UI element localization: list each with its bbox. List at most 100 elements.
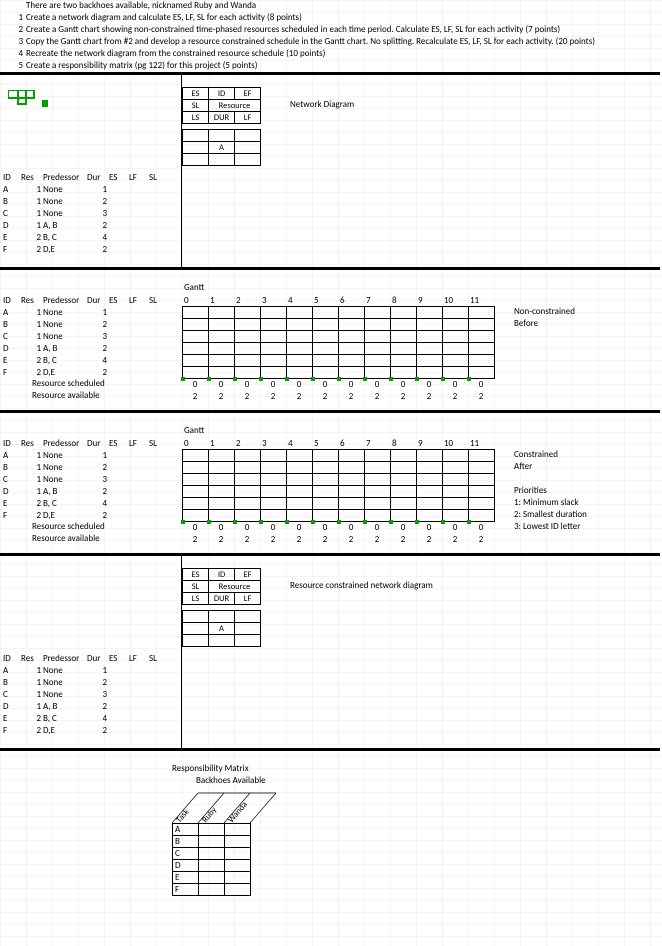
gantt-cell bbox=[183, 510, 209, 522]
gantt-cell bbox=[339, 343, 365, 355]
activity-cell: D bbox=[2, 342, 20, 354]
activity-cell: 3 bbox=[86, 207, 108, 219]
gantt-cell bbox=[391, 450, 417, 462]
activity-cell: D,E bbox=[42, 243, 86, 255]
intro-item-4: 4 Recreate the network diagram from the … bbox=[0, 48, 662, 60]
gantt-cell bbox=[313, 486, 339, 498]
activity-cell: C bbox=[2, 473, 20, 485]
resource-value: 0 bbox=[208, 378, 234, 390]
activity-cell: 2 bbox=[86, 724, 108, 736]
gantt-cell bbox=[391, 367, 417, 379]
resp-cell: C bbox=[173, 848, 199, 860]
gantt-cell bbox=[313, 343, 339, 355]
intro-item-2: 2 Create a Gantt chart showing non-const… bbox=[0, 24, 662, 36]
resource-value: 0 bbox=[468, 521, 494, 533]
gantt-cell bbox=[339, 474, 365, 486]
activity-cell: C bbox=[2, 330, 20, 342]
resp-cell bbox=[225, 824, 251, 836]
gantt-cell bbox=[365, 331, 391, 343]
gantt-cell bbox=[339, 307, 365, 319]
gantt-cell bbox=[365, 510, 391, 522]
gantt-cell bbox=[469, 498, 495, 510]
activity-cell: 2 bbox=[20, 712, 42, 724]
gantt-cols-2: 01234567891011 bbox=[182, 294, 494, 306]
gantt-cols-3: 01234567891011 bbox=[182, 437, 494, 449]
resource-value: 2 bbox=[286, 533, 312, 545]
green-dot-icon bbox=[259, 520, 263, 524]
gantt-col-head: 10 bbox=[442, 294, 468, 306]
activity-cell: 1 bbox=[20, 219, 42, 231]
gantt-cell bbox=[417, 450, 443, 462]
gantt-cell bbox=[365, 355, 391, 367]
gantt-cell bbox=[261, 486, 287, 498]
green-dot-icon bbox=[259, 377, 263, 381]
gantt-cell bbox=[313, 307, 339, 319]
activity-cell: 1 bbox=[86, 449, 108, 461]
gantt-cell bbox=[469, 450, 495, 462]
intro-item-1: 1 Create a network diagram and calculate… bbox=[0, 12, 662, 24]
resource-value: 0 bbox=[286, 521, 312, 533]
section-5: Responsibility Matrix Backhoes Available… bbox=[0, 751, 662, 901]
activity-cell: None bbox=[42, 195, 86, 207]
gantt-cell bbox=[469, 319, 495, 331]
resp-cell: E bbox=[173, 872, 199, 884]
resp-matrix-title: Responsibility Matrix bbox=[172, 763, 249, 774]
resp-cell: F bbox=[173, 884, 199, 896]
gantt-cell bbox=[469, 367, 495, 379]
resource-value: 2 bbox=[208, 390, 234, 402]
gantt-cell bbox=[339, 367, 365, 379]
resource-value: 0 bbox=[234, 521, 260, 533]
green-dot-icon bbox=[311, 377, 315, 381]
gantt-cell bbox=[287, 450, 313, 462]
gantt-cell bbox=[261, 343, 287, 355]
resource-value: 2 bbox=[260, 533, 286, 545]
gantt-cell bbox=[391, 462, 417, 474]
resource-value: 2 bbox=[442, 390, 468, 402]
green-dot-icon bbox=[311, 520, 315, 524]
gantt-cell bbox=[209, 486, 235, 498]
header-legend-box-4: ES ID EF SL Resource LS DUR LF bbox=[182, 568, 261, 605]
resource-value: 0 bbox=[468, 378, 494, 390]
activity-cell: D,E bbox=[42, 724, 86, 736]
gantt-cell bbox=[443, 307, 469, 319]
gantt-cell bbox=[469, 307, 495, 319]
section-1: ES ID EF SL Resource LS DUR LF Network D… bbox=[0, 75, 662, 267]
gantt-col-head: 5 bbox=[312, 437, 338, 449]
activity-cell: 1 bbox=[20, 688, 42, 700]
gantt-col-head: 1 bbox=[208, 437, 234, 449]
gantt-grid-3 bbox=[182, 449, 495, 522]
resource-value: 0 bbox=[416, 378, 442, 390]
activity-cell: A bbox=[2, 183, 20, 195]
resource-value: 0 bbox=[416, 521, 442, 533]
activity-cell: 4 bbox=[86, 497, 108, 509]
activity-cell: 1 bbox=[20, 676, 42, 688]
activity-a-box-4: A bbox=[182, 610, 261, 647]
vertical-line-1 bbox=[181, 75, 182, 267]
gantt-cell bbox=[417, 331, 443, 343]
gantt-cell bbox=[235, 450, 261, 462]
green-dot-icon bbox=[441, 377, 445, 381]
gantt-cell bbox=[313, 498, 339, 510]
activity-cell: D bbox=[2, 485, 20, 497]
gantt-cell bbox=[365, 343, 391, 355]
activity-cell: 2 bbox=[86, 676, 108, 688]
green-dot-icon bbox=[285, 520, 289, 524]
resource-value: 2 bbox=[312, 533, 338, 545]
resource-value: 2 bbox=[182, 390, 208, 402]
gantt-cell bbox=[443, 367, 469, 379]
green-dot-icon bbox=[441, 520, 445, 524]
gantt-cell bbox=[209, 474, 235, 486]
gantt-cell bbox=[209, 510, 235, 522]
gantt-cell bbox=[365, 367, 391, 379]
resource-value: 2 bbox=[442, 533, 468, 545]
gantt-label-2: Gantt bbox=[184, 282, 204, 293]
label-nonconstrained: Non-constrained bbox=[514, 306, 575, 317]
resp-cell bbox=[199, 848, 225, 860]
gantt-cell bbox=[391, 355, 417, 367]
resource-value: 0 bbox=[260, 378, 286, 390]
gantt-cell bbox=[365, 486, 391, 498]
activity-cell: D,E bbox=[42, 366, 86, 378]
gantt-cell bbox=[469, 462, 495, 474]
resp-cell bbox=[225, 848, 251, 860]
activity-cell: 2 bbox=[86, 461, 108, 473]
